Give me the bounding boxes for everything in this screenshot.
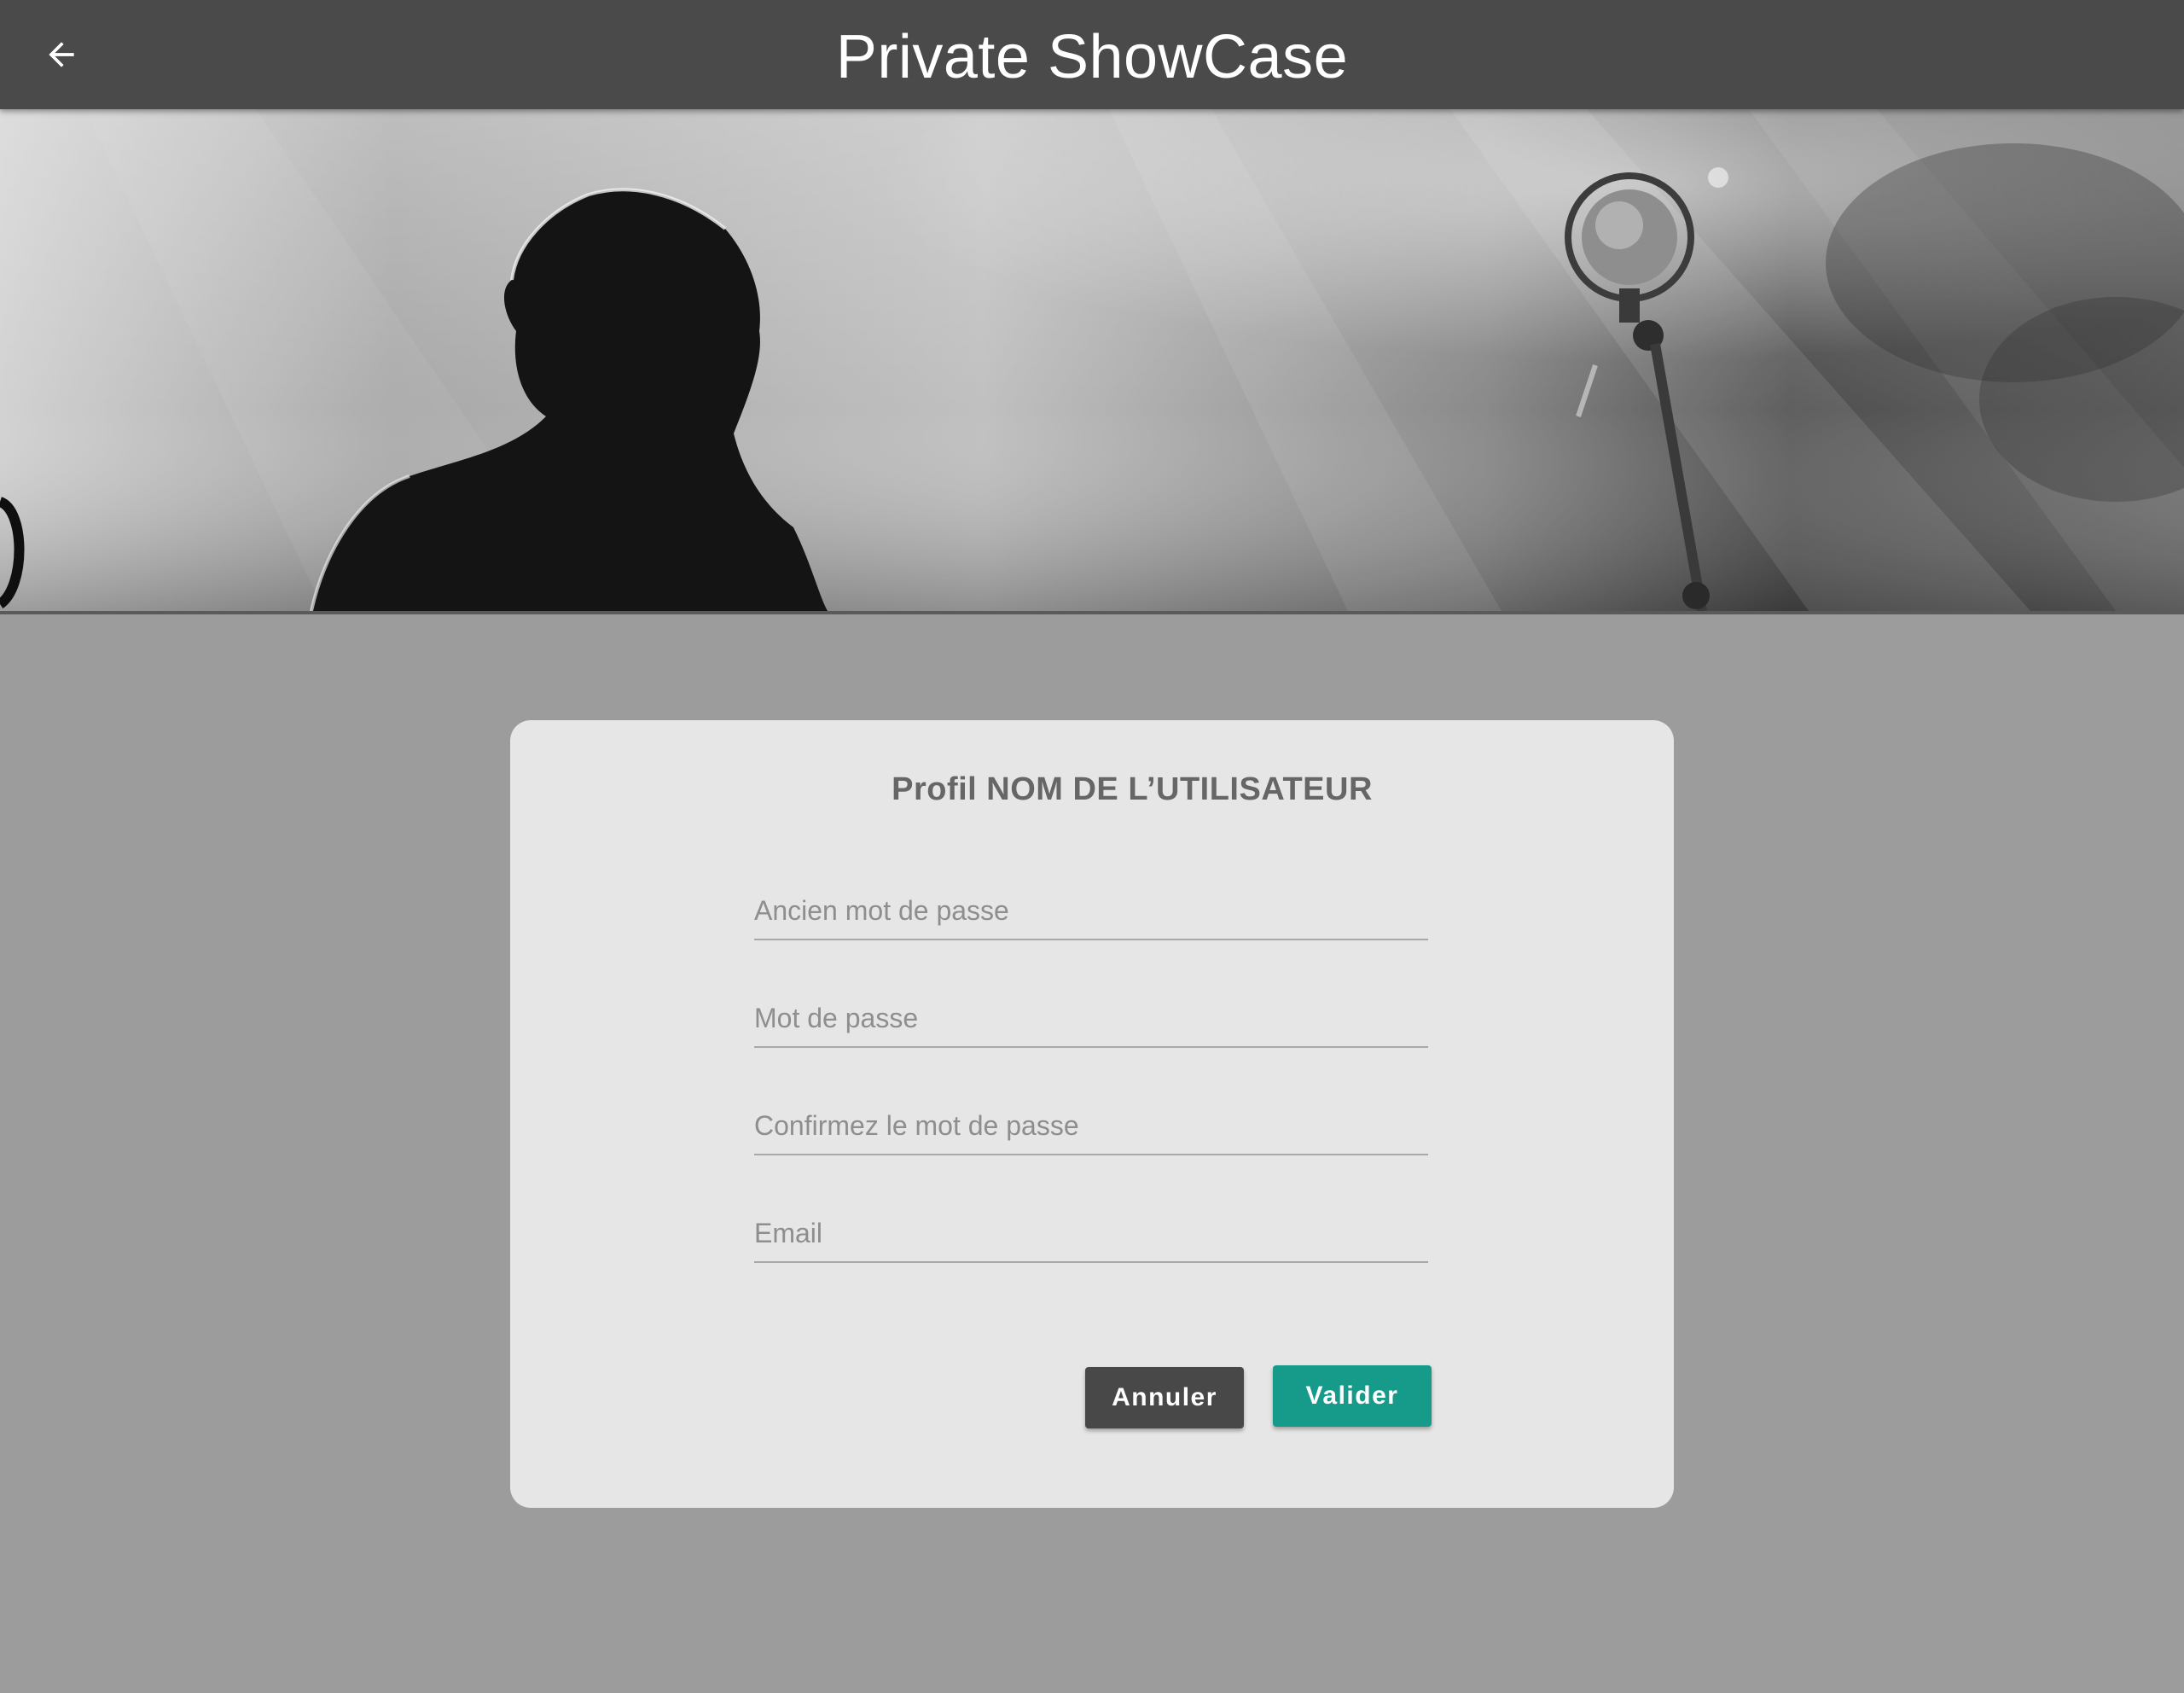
email-input[interactable] [754,1210,1428,1261]
hero-banner-image [0,109,2184,614]
app-title: Private ShowCase [835,23,1349,91]
email-field [754,1210,1428,1263]
back-button[interactable] [31,24,92,85]
password-input[interactable] [754,995,1428,1046]
old-password-field [754,887,1428,940]
validate-button[interactable]: Valider [1273,1365,1432,1427]
confirm-password-field [754,1102,1428,1155]
card-title: Profil NOM DE L’UTILISATEUR [892,771,1373,807]
app-bar: Private ShowCase [0,0,2184,109]
profile-card: Profil NOM DE L’UTILISATEUR Annuler Vali… [510,720,1674,1508]
confirm-password-input[interactable] [754,1102,1428,1154]
cancel-button[interactable]: Annuler [1085,1367,1244,1428]
old-password-input[interactable] [754,887,1428,939]
arrow-back-icon [49,42,74,67]
password-field [754,995,1428,1048]
